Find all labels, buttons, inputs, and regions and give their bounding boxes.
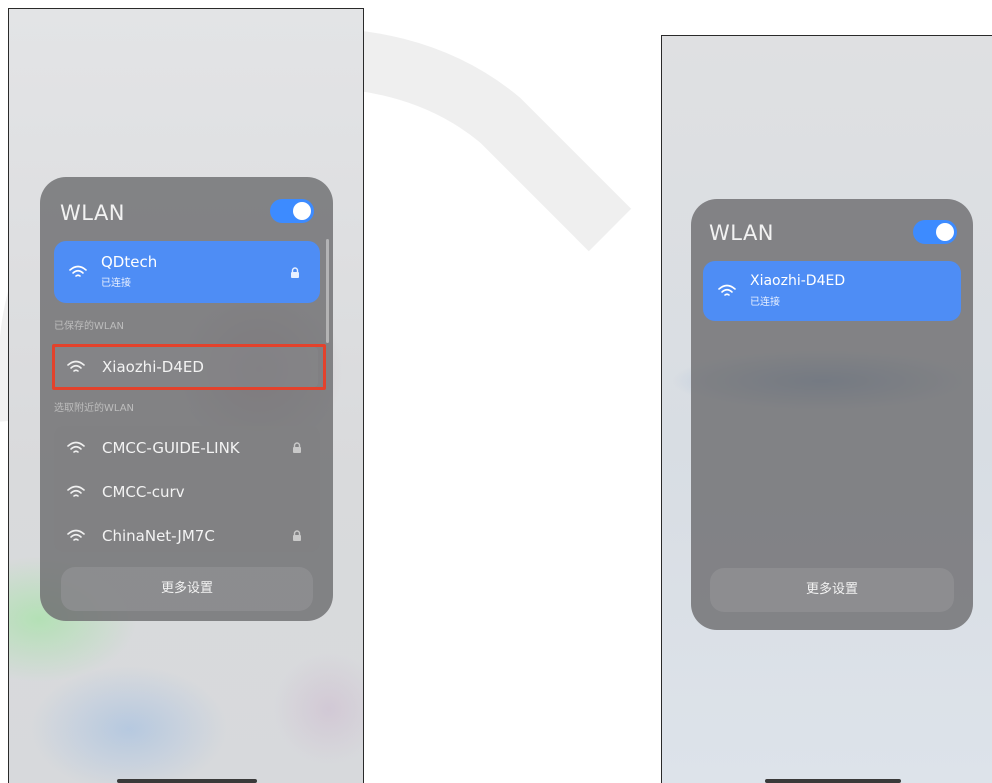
saved-wlan-label: 已保存的WLAN [54,321,125,332]
wifi-icon [718,284,736,296]
wifi-icon [67,441,85,453]
nearby-network-row[interactable]: CMCC-curv [54,470,320,514]
wifi-icon [67,485,85,497]
nearby-network-list: CMCC-GUIDE-LINK CMCC-curv ChinaNet-JM7C [54,426,320,552]
nearby-network-row[interactable]: CMCC-GUIDE-LINK [54,426,320,470]
wifi-icon [67,529,85,541]
nearby-network-row[interactable]: ChinaNet-JM7C [54,514,320,552]
toggle-knob [293,202,311,220]
phone-screen-left: WLAN QDtech 已连接 已保存的WLAN Xiaozhi-D4ED 选取… [8,8,364,783]
panel-title: WLAN [60,201,126,225]
wlan-toggle[interactable] [270,199,314,223]
nearby-wlan-label: 选取附近的WLAN [54,403,135,414]
toggle-knob [936,223,954,241]
scrollbar[interactable] [326,239,329,343]
connected-network-name: Xiaozhi-D4ED [750,273,846,289]
wlan-panel: WLAN Xiaozhi-D4ED 已连接 更多设置 [691,199,973,630]
connected-network-card[interactable]: Xiaozhi-D4ED 已连接 [703,261,961,321]
more-settings-button[interactable]: 更多设置 [61,567,313,611]
home-indicator[interactable] [765,779,901,783]
wlan-panel: WLAN QDtech 已连接 已保存的WLAN Xiaozhi-D4ED 选取… [40,177,333,621]
nearby-network-name: CMCC-curv [102,483,185,501]
more-settings-button[interactable]: 更多设置 [710,568,954,612]
connected-network-name: QDtech [101,253,158,271]
home-indicator[interactable] [117,779,257,783]
wlan-toggle[interactable] [913,220,957,244]
lock-icon [293,530,301,541]
connected-status: 已连接 [101,278,131,289]
connected-network-card[interactable]: QDtech 已连接 [54,241,320,303]
connected-status: 已连接 [750,297,780,308]
phone-screen-right: WLAN Xiaozhi-D4ED 已连接 更多设置 [661,35,992,783]
wifi-icon [69,265,87,277]
lock-icon [291,267,299,278]
lock-icon [293,442,301,453]
panel-title: WLAN [709,221,775,245]
nearby-network-name: ChinaNet-JM7C [102,527,215,545]
nearby-network-name: CMCC-GUIDE-LINK [102,439,240,457]
highlight-box [52,344,326,390]
